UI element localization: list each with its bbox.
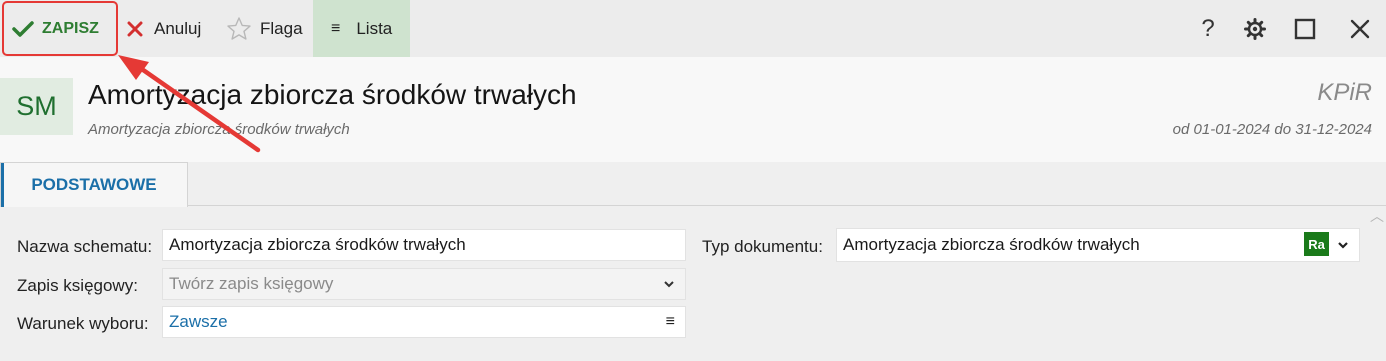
toolbar: ZAPISZ Anuluj Flaga ≡ Lista ? bbox=[0, 0, 1386, 57]
document-type-value: Amortyzacja zbiorcza środków trwałych bbox=[843, 235, 1140, 254]
form-panel: ︿ Nazwa schematu: Amortyzacja zbiorcza ś… bbox=[0, 206, 1386, 361]
page-title: Amortyzacja zbiorcza środków trwałych bbox=[88, 79, 577, 110]
star-icon bbox=[227, 16, 251, 40]
flag-button[interactable]: Flaga bbox=[226, 0, 303, 57]
help-icon: ? bbox=[1201, 14, 1215, 42]
scheme-name-field[interactable]: Amortyzacja zbiorcza środków trwałych bbox=[162, 229, 686, 261]
save-button[interactable]: ZAPISZ bbox=[2, 1, 118, 56]
scheme-name-value: Amortyzacja zbiorcza środków trwałych bbox=[169, 235, 466, 254]
list-label: Lista bbox=[356, 18, 393, 38]
scroll-up-icon[interactable]: ︿ bbox=[1370, 206, 1384, 226]
settings-button[interactable] bbox=[1235, 0, 1275, 57]
tab-bar: PODSTAWOWE bbox=[0, 162, 1386, 207]
cancel-label: Anuluj bbox=[154, 18, 202, 38]
selection-condition-field[interactable]: Zawsze ≡ bbox=[162, 306, 686, 338]
accounting-entry-placeholder: Twórz zapis księgowy bbox=[169, 274, 334, 293]
close-icon bbox=[1350, 19, 1370, 38]
document-type-select[interactable]: Amortyzacja zbiorcza środków trwałych Ra bbox=[836, 228, 1360, 262]
chevron-down-icon bbox=[664, 281, 674, 288]
gear-icon bbox=[1244, 17, 1266, 40]
menu-icon[interactable]: ≡ bbox=[666, 313, 675, 331]
document-header: SM Amortyzacja zbiorcza środków trwałych… bbox=[0, 57, 1386, 162]
list-icon: ≡ bbox=[331, 19, 341, 37]
period-range: od 01-01-2024 do 31-12-2024 bbox=[1172, 121, 1372, 138]
close-button[interactable] bbox=[1340, 0, 1380, 57]
flag-label: Flaga bbox=[260, 18, 303, 38]
accounting-entry-label: Zapis księgowy: bbox=[17, 276, 138, 295]
document-type-label: Typ dokumentu: bbox=[702, 237, 823, 256]
help-button[interactable]: ? bbox=[1188, 0, 1228, 57]
check-icon bbox=[12, 20, 34, 37]
scheme-name-label: Nazwa schematu: bbox=[17, 237, 153, 256]
x-icon bbox=[127, 21, 143, 36]
selection-condition-link[interactable]: Zawsze bbox=[169, 312, 228, 332]
tab-podstawowe[interactable]: PODSTAWOWE bbox=[0, 162, 188, 207]
accounting-entry-select[interactable]: Twórz zapis księgowy bbox=[162, 268, 686, 300]
list-button[interactable]: ≡ Lista bbox=[313, 0, 410, 57]
maximize-button[interactable] bbox=[1285, 0, 1325, 57]
page-subtitle: Amortyzacja zbiorcza środków trwałych bbox=[88, 121, 350, 138]
chevron-down-icon bbox=[1338, 242, 1348, 249]
selection-condition-label: Warunek wyboru: bbox=[17, 314, 149, 333]
maximize-icon bbox=[1294, 18, 1316, 39]
save-label: ZAPISZ bbox=[42, 19, 99, 37]
document-type-badge: Ra bbox=[1304, 232, 1329, 256]
module-name: KPiR bbox=[1317, 79, 1372, 106]
type-badge: SM bbox=[0, 78, 73, 135]
cancel-button[interactable]: Anuluj bbox=[126, 0, 201, 57]
